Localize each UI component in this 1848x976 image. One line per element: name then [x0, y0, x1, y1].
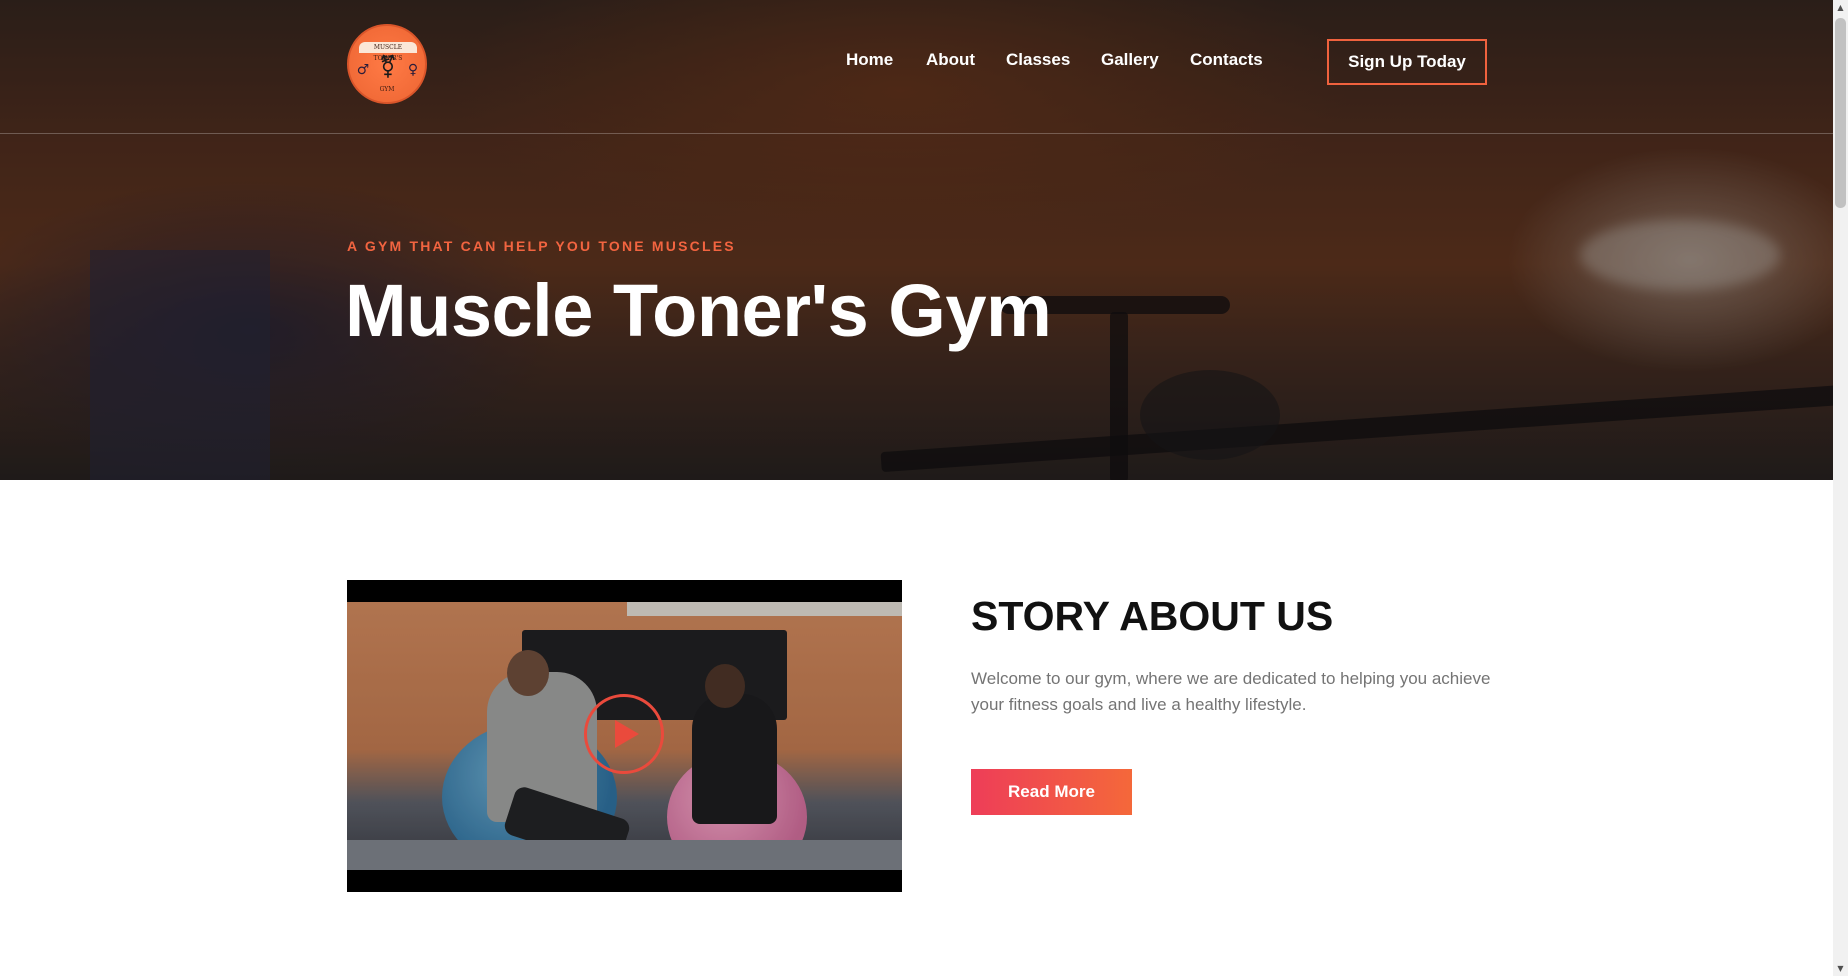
scroll-thumb[interactable]	[1835, 18, 1846, 208]
nav-classes[interactable]: Classes	[1006, 50, 1070, 70]
logo-band-text: MUSCLE TONER'S	[359, 42, 417, 62]
hero-section: MUSCLE TONER'S ♂ ⚧ ♀ GYM Home About Clas…	[0, 0, 1833, 480]
read-more-button[interactable]: Read More	[971, 769, 1132, 815]
logo-figure-right-icon: ♀	[407, 62, 419, 78]
story-text: Welcome to our gym, where we are dedicat…	[971, 669, 1491, 714]
play-button[interactable]	[584, 694, 664, 774]
sign-up-button[interactable]: Sign Up Today	[1327, 39, 1487, 85]
logo-figure-left-icon: ♂	[356, 62, 370, 78]
logo-sub-text: GYM	[379, 86, 395, 93]
about-video[interactable]	[347, 580, 902, 892]
nav-contacts[interactable]: Contacts	[1190, 50, 1263, 70]
scrollbar[interactable]: ▲ ▼	[1833, 0, 1848, 976]
site-logo[interactable]: MUSCLE TONER'S ♂ ⚧ ♀ GYM	[347, 24, 427, 104]
hero-overlay	[0, 0, 1833, 480]
play-icon	[615, 720, 639, 748]
hero-title: Muscle Toner's Gym	[345, 269, 1052, 352]
scroll-down-icon[interactable]: ▼	[1833, 961, 1848, 976]
gender-symbol-icon: ⚧	[378, 55, 398, 80]
page: MUSCLE TONER'S ♂ ⚧ ♀ GYM Home About Clas…	[0, 0, 1833, 976]
scroll-up-icon[interactable]: ▲	[1833, 0, 1848, 15]
header-divider	[0, 133, 1833, 134]
nav-gallery[interactable]: Gallery	[1101, 50, 1159, 70]
hero-tagline: A GYM THAT CAN HELP YOU TONE MUSCLES	[347, 238, 736, 254]
story-title: STORY ABOUT US	[971, 593, 1334, 639]
nav-home[interactable]: Home	[846, 50, 893, 70]
nav-about[interactable]: About	[926, 50, 975, 70]
